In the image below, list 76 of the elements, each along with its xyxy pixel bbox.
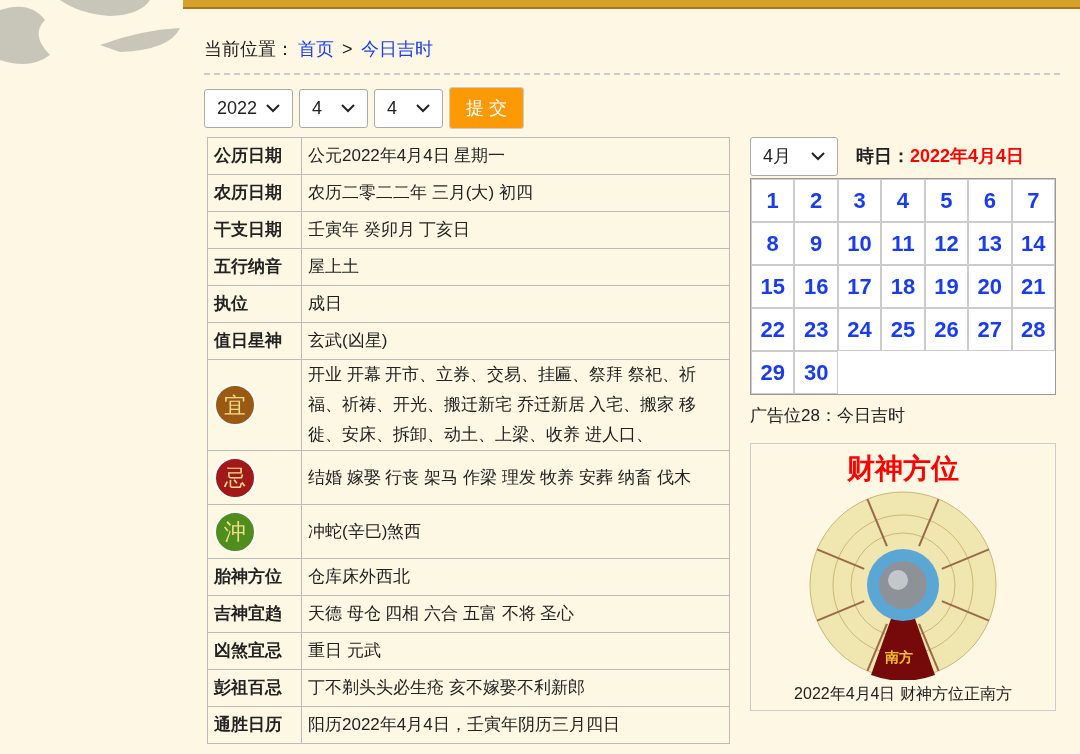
calendar-day[interactable]: 1 [751, 179, 795, 222]
calendar-day[interactable]: 26 [924, 308, 969, 351]
ad-label: 广告位28：今日吉时 [750, 405, 906, 427]
calendar-day[interactable]: 20 [968, 265, 1012, 308]
field-value: 屋上土 [301, 248, 730, 286]
calendar-day[interactable]: 29 [751, 351, 795, 394]
field-value: 阳历2022年4月4日，壬寅年阴历三月四日 [301, 706, 730, 744]
calendar-day[interactable]: 12 [924, 222, 969, 265]
field-label: 吉神宜趋 [207, 595, 302, 633]
field-label: 农历日期 [207, 174, 302, 212]
breadcrumb-link[interactable]: 今日吉时 [360, 36, 433, 63]
calendar-day[interactable]: 3 [837, 179, 882, 222]
field-value: 丁不剃头头必生疮 亥不嫁娶不利新郎 [301, 669, 730, 707]
calendar-day[interactable]: 24 [837, 308, 882, 351]
calendar-day[interactable]: 30 [794, 351, 838, 394]
field-value: 天德 母仓 四相 六合 五富 不将 圣心 [301, 595, 730, 633]
calendar-day[interactable]: 15 [751, 265, 795, 308]
field-value: 仓库床外西北 [301, 558, 730, 596]
seal-icon: 宜 [214, 384, 256, 426]
calendar-day[interactable]: 21 [1011, 265, 1055, 308]
chevron-down-icon [341, 104, 355, 113]
field-label: 胎神方位 [207, 558, 302, 596]
calendar-day[interactable]: 9 [794, 222, 838, 265]
field-label: 公历日期 [207, 137, 302, 175]
field-label: 通胜日历 [207, 706, 302, 744]
calendar-day[interactable]: 10 [837, 222, 882, 265]
field-value: 冲蛇(辛巳)煞西 [301, 504, 730, 559]
field-value: 玄武(凶星) [301, 322, 730, 360]
field-value: 开业 开幕 开市、立券、交易、挂匾、祭拜 祭祀、祈福、祈祷、开光、搬迁新宅 乔迁新居 入宅、搬家 移徙、安床、拆卸、动土、上梁、收养 进人口、 [301, 359, 730, 451]
dropdown[interactable]: 2022 [204, 89, 293, 128]
wealth-title: 财神方位 [847, 451, 959, 486]
field-value: 结婚 嫁娶 行丧 架马 作梁 理发 牧养 安葬 纳畜 伐木 [301, 450, 730, 505]
field-label: 执位 [207, 285, 302, 323]
calendar-day[interactable]: 19 [924, 265, 969, 308]
field-value: 重日 元武 [301, 632, 730, 670]
dropdown[interactable]: 4 [374, 89, 443, 128]
chevron-down-icon [416, 104, 430, 113]
field-value: 成日 [301, 285, 730, 323]
calendar-day[interactable]: 27 [968, 308, 1012, 351]
breadcrumb-separator: > [341, 38, 354, 61]
field-label: 彭祖百忌 [207, 669, 302, 707]
calendar-day[interactable]: 18 [881, 265, 925, 308]
direction-label: 南方 [885, 647, 913, 667]
calendar-day[interactable]: 4 [881, 179, 925, 222]
calendar-day[interactable]: 2 [794, 179, 838, 222]
calendar-day[interactable]: 6 [968, 179, 1012, 222]
field-label: 值日星神 [207, 322, 302, 360]
calendar-day[interactable]: 5 [924, 179, 969, 222]
calendar-day[interactable]: 13 [968, 222, 1012, 265]
field-label: 干支日期 [207, 211, 302, 249]
field-value: 壬寅年 癸卯月 丁亥日 [301, 211, 730, 249]
field-value: 公元2022年4月4日 星期一 [301, 137, 730, 175]
date-heading: 時日： [856, 146, 910, 166]
selected-date: 2022年4月4日 [910, 146, 1025, 166]
field-label: 凶煞宜忌 [207, 632, 302, 670]
dropdown[interactable]: 4 [299, 89, 368, 128]
calendar-day[interactable]: 22 [751, 308, 795, 351]
calendar-day[interactable]: 7 [1011, 179, 1055, 222]
seal-icon: 忌 [214, 456, 256, 499]
chevron-down-icon [266, 104, 280, 113]
calendar-day[interactable]: 16 [794, 265, 838, 308]
calendar-day[interactable]: 25 [881, 308, 925, 351]
calendar-day[interactable]: 8 [751, 222, 795, 265]
calendar-day[interactable]: 14 [1011, 222, 1055, 265]
calendar-day[interactable]: 11 [881, 222, 925, 265]
breadcrumb-label: 当前位置： [204, 38, 294, 61]
seal-icon: 沖 [214, 510, 256, 553]
calendar-day[interactable]: 23 [794, 308, 838, 351]
chevron-down-icon [811, 152, 825, 161]
wealth-caption: 2022年4月4日 财神方位正南方 [794, 683, 1012, 704]
calendar-day[interactable]: 17 [837, 265, 882, 308]
breadcrumb-link[interactable]: 首页 [298, 36, 334, 63]
calendar-day[interactable]: 28 [1011, 308, 1055, 351]
dropdown[interactable]: 4月 [750, 137, 838, 176]
field-label: 五行纳音 [207, 248, 302, 286]
field-value: 农历二零二二年 三月(大) 初四 [301, 174, 730, 212]
